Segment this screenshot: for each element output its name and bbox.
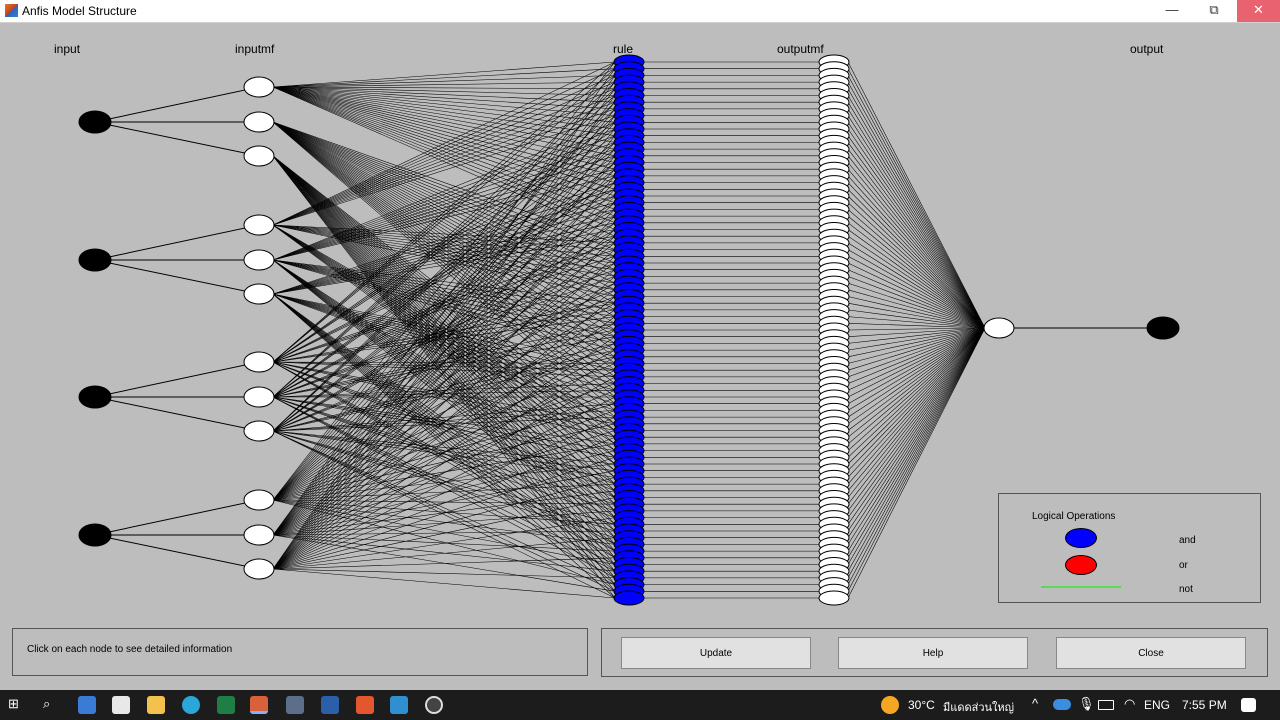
inputmf-column-label: inputmf: [235, 42, 275, 56]
word-icon[interactable]: [321, 696, 339, 714]
windows-start-icon[interactable]: ⊞: [8, 696, 19, 712]
weather-icon: [881, 696, 899, 714]
rule-node[interactable]: [613, 590, 645, 606]
weather-description: มีแดดส่วนใหญ่: [943, 702, 1015, 714]
inputmf-node[interactable]: [243, 489, 275, 511]
search-icon[interactable]: ⌕: [43, 696, 50, 712]
not-label: not: [1179, 584, 1193, 595]
store-icon[interactable]: [112, 696, 130, 714]
inputmf-node[interactable]: [243, 145, 275, 167]
and-swatch: [1065, 528, 1097, 548]
file-explorer-icon[interactable]: [147, 696, 165, 714]
logical-operations-legend: Logical Operations and or not: [998, 493, 1261, 603]
clock-time[interactable]: 7:55 PM: [1182, 698, 1227, 712]
window-title: Anfis Model Structure: [22, 4, 137, 18]
inputmf-node[interactable]: [243, 351, 275, 373]
info-text: Click on each node to see detailed infor…: [27, 644, 233, 655]
button-panel: Update Help Close: [601, 628, 1268, 677]
weather-temp: 30°C: [908, 698, 935, 712]
or-swatch: [1065, 555, 1097, 575]
inputmf-node[interactable]: [243, 558, 275, 580]
app-icon[interactable]: [390, 696, 408, 714]
close-window-button[interactable]: ✕: [1237, 0, 1280, 22]
title-bar: Anfis Model Structure — ⧉ ✕: [0, 0, 1280, 23]
restore-button[interactable]: ⧉: [1194, 0, 1234, 22]
microphone-icon[interactable]: 🎙: [1078, 696, 1095, 712]
taskbar: ⊞ ⌕ 30°C มีแดดส่วนใหญ่ ^ 🎙 ◠ ENG 7:55 PM: [0, 690, 1280, 720]
not-swatch: [1041, 586, 1121, 588]
legend-title: Logical Operations: [1032, 511, 1116, 522]
chevron-up-icon[interactable]: ^: [1032, 696, 1038, 711]
matlab-taskbar-icon[interactable]: [250, 696, 268, 714]
mail-icon[interactable]: [78, 696, 96, 714]
inputmf-node[interactable]: [243, 283, 275, 305]
and-label: and: [1179, 535, 1196, 546]
inputmf-node[interactable]: [243, 111, 275, 133]
close-button[interactable]: Close: [1056, 637, 1246, 669]
edge-icon[interactable]: [182, 696, 200, 714]
output-column-label: output: [1130, 42, 1164, 56]
wifi-icon[interactable]: ◠: [1124, 696, 1135, 712]
matlab-icon: [5, 4, 18, 17]
inputmf-node[interactable]: [243, 76, 275, 98]
inputmf-node[interactable]: [243, 249, 275, 271]
inputmf-node[interactable]: [243, 524, 275, 546]
info-panel: Click on each node to see detailed infor…: [12, 628, 588, 676]
input-node[interactable]: [78, 110, 112, 134]
or-label: or: [1179, 560, 1188, 571]
outputmf-column-label: outputmf: [777, 42, 824, 56]
input-node[interactable]: [78, 385, 112, 409]
language-indicator[interactable]: ENG: [1144, 698, 1170, 712]
input-column-label: input: [54, 42, 81, 56]
input-node[interactable]: [78, 248, 112, 272]
capture-tool-icon[interactable]: [286, 696, 304, 714]
inputmf-node[interactable]: [243, 420, 275, 442]
clock-app-icon[interactable]: [425, 696, 443, 714]
inputmf-node[interactable]: [243, 214, 275, 236]
update-button[interactable]: Update: [621, 637, 811, 669]
minimize-button[interactable]: —: [1152, 0, 1192, 22]
onedrive-icon[interactable]: [1053, 699, 1071, 710]
input-node[interactable]: [78, 523, 112, 547]
rule-column-label: rule: [613, 42, 634, 56]
inputmf-node[interactable]: [243, 386, 275, 408]
outputmf-node[interactable]: [818, 590, 850, 606]
notifications-icon[interactable]: [1241, 698, 1256, 712]
help-button[interactable]: Help: [838, 637, 1028, 669]
excel-icon[interactable]: [217, 696, 235, 714]
output-node[interactable]: [1146, 316, 1180, 340]
output-aggregate-node[interactable]: [983, 317, 1015, 339]
brave-icon[interactable]: [356, 696, 374, 714]
battery-icon[interactable]: [1098, 700, 1114, 710]
